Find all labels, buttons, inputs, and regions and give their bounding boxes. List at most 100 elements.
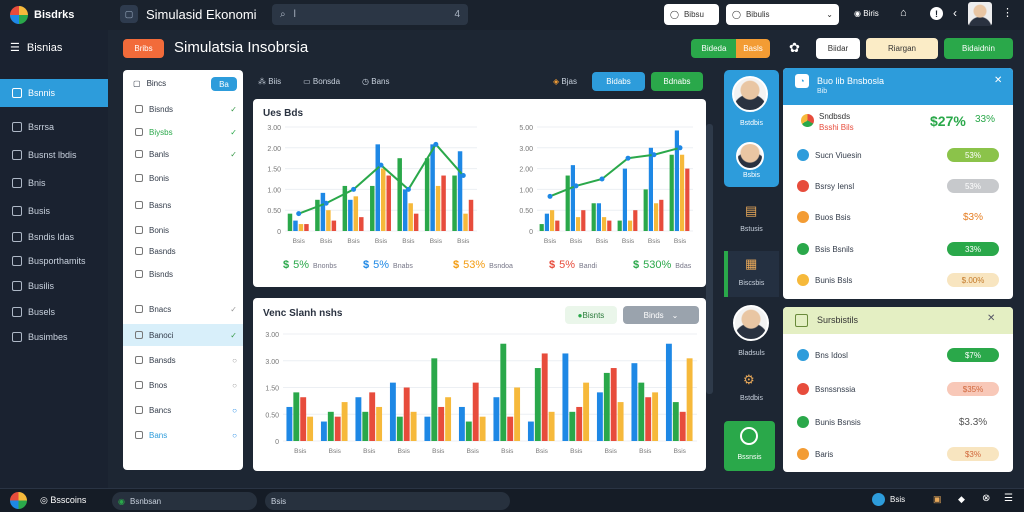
item-icon bbox=[797, 243, 809, 255]
sidebar-item[interactable]: Bsrrsa bbox=[0, 116, 108, 138]
mid-item-4[interactable]: ⚙ Bstdbis bbox=[724, 370, 779, 410]
toolbar-blue-button[interactable]: Bidabs bbox=[592, 72, 645, 91]
list-item-label: Bancs bbox=[149, 405, 172, 415]
list-item[interactable]: Bancs ○ bbox=[131, 399, 243, 421]
toolbar-item-1[interactable]: ⁂ Biis bbox=[258, 77, 281, 86]
close-icon[interactable]: ⊗ bbox=[982, 493, 990, 504]
header-badge[interactable]: Bribs bbox=[123, 39, 164, 58]
camera-icon[interactable]: ▣ bbox=[933, 494, 942, 505]
bottom-field-2[interactable]: Bsis bbox=[265, 492, 510, 510]
toolbar-item-2[interactable]: ▭ Bonsda bbox=[303, 77, 340, 86]
toolbar-right-label[interactable]: ◈ Bjas bbox=[553, 77, 577, 86]
item-value: $3% bbox=[947, 447, 999, 461]
list-item[interactable]: Banoci ✓ bbox=[123, 324, 243, 346]
list-item[interactable]: Basnds bbox=[131, 240, 243, 262]
list-item[interactable]: Bnos ○ bbox=[131, 374, 243, 396]
sidebar-item[interactable]: Busis bbox=[0, 200, 108, 222]
list-item-check-icon: ✓ bbox=[230, 149, 237, 159]
header-orange-button[interactable]: Basls bbox=[736, 39, 770, 58]
list-item[interactable]: Bunis Bsnsis $3.3% bbox=[797, 410, 999, 434]
chart-panel-2-button-2[interactable]: Binds ⌄ bbox=[623, 306, 699, 324]
sidebar-item[interactable]: Bsndis ldas bbox=[0, 226, 108, 248]
bar bbox=[326, 210, 331, 231]
bar bbox=[591, 203, 596, 231]
app-menu-icon[interactable]: ▢ bbox=[120, 5, 138, 23]
list-item[interactable]: Bans ○ bbox=[131, 424, 243, 446]
bar bbox=[334, 416, 341, 441]
mid-item-5[interactable]: Bssnsis bbox=[724, 421, 775, 471]
list-item-icon bbox=[135, 150, 143, 158]
sidebar-item-icon bbox=[12, 206, 22, 216]
dollar-icon: $ bbox=[453, 259, 460, 271]
profile-card-active[interactable]: Bstdbis Bsbis bbox=[724, 70, 779, 187]
sidebar-item-label: Bsndis ldas bbox=[28, 232, 75, 242]
list-item[interactable]: Bisnds bbox=[131, 263, 243, 285]
more-icon[interactable]: ⋮ bbox=[1002, 6, 1013, 19]
dropdown-1[interactable]: ◯ Bibsu bbox=[664, 4, 719, 25]
list-item[interactable]: Buos Bsis $3% bbox=[797, 205, 999, 229]
toolbar-item-3[interactable]: ◷ Bans bbox=[362, 77, 389, 86]
header-cream-button[interactable]: Riargan bbox=[866, 38, 938, 59]
header-green-button[interactable]: Bideda bbox=[691, 39, 737, 58]
list-item-label: Bisnds bbox=[149, 269, 174, 279]
sidebar-item[interactable]: Busimbes bbox=[0, 326, 108, 348]
item-label: Buos Bsis bbox=[815, 212, 851, 222]
bar bbox=[424, 416, 431, 441]
list-item-icon bbox=[135, 105, 143, 113]
scrollbar[interactable] bbox=[706, 124, 713, 394]
close-icon[interactable]: ✕ bbox=[994, 75, 1002, 86]
x-tick-label: Bsis bbox=[536, 448, 549, 455]
bottom-right-label[interactable]: Bsis bbox=[872, 493, 905, 506]
list-item[interactable]: Bonis bbox=[131, 167, 243, 189]
list-item[interactable]: Banls ✓ bbox=[131, 143, 243, 165]
close-icon[interactable]: ✕ bbox=[987, 313, 995, 324]
compass-icon[interactable]: ◆ bbox=[958, 494, 965, 505]
sidebar-item[interactable]: Busilis bbox=[0, 275, 108, 297]
list-panel-top-button[interactable]: Ba bbox=[211, 77, 237, 91]
profile-label-1: Bstdbis bbox=[740, 120, 763, 127]
list-panel: ▢ Bincs Ba Bisnds ✓ Biysbs ✓ Banls ✓ Bonis Basns… bbox=[123, 70, 243, 470]
list-item[interactable]: Biysbs ✓ bbox=[131, 121, 243, 143]
list-item[interactable]: Bansds ○ bbox=[131, 349, 243, 371]
sidebar-item[interactable]: Bsnnis bbox=[0, 79, 108, 107]
toolbar-green-button[interactable]: Bdnabs bbox=[651, 72, 703, 91]
list-item[interactable]: Bnacs ✓ bbox=[131, 298, 243, 320]
mid-item-3[interactable]: Bladsuls bbox=[724, 303, 779, 363]
bottom-field-1[interactable]: ◉ Bsnbsan bbox=[112, 492, 257, 510]
user-avatar[interactable] bbox=[968, 2, 992, 26]
bar bbox=[457, 151, 463, 231]
list-item[interactable]: Bonis bbox=[131, 219, 243, 241]
menu-icon[interactable]: ☰ bbox=[1004, 493, 1013, 504]
sidebar-item[interactable]: Busporthamits bbox=[0, 250, 108, 272]
sidebar-header[interactable]: ☰ Bisnias bbox=[10, 41, 62, 55]
header-white-button[interactable]: Biidar bbox=[816, 38, 860, 59]
list-item[interactable]: Sucn Viuesin 53% bbox=[797, 143, 999, 167]
bar bbox=[534, 368, 541, 441]
list-item[interactable]: Bsnssnssia $35% bbox=[797, 377, 999, 401]
list-item[interactable]: Bunis Bsls $.00% bbox=[797, 268, 999, 292]
alert-icon[interactable]: ! bbox=[930, 7, 943, 20]
chart-panel-2-button-2-label: Binds bbox=[643, 310, 664, 320]
back-icon[interactable]: ‹ bbox=[953, 6, 957, 20]
sidebar-item[interactable]: Busnst lbdis bbox=[0, 144, 108, 166]
header-green-button-2[interactable]: Bidaidnin bbox=[944, 38, 1013, 59]
dropdown-2[interactable]: ◯ Bibulis ⌄ bbox=[726, 4, 839, 25]
chart-panel-2-button-1[interactable]: ● Bisnts bbox=[565, 306, 617, 324]
settings-icon[interactable]: ✿ bbox=[789, 40, 800, 56]
dollar-icon: $ bbox=[549, 259, 556, 271]
mid-item-1[interactable]: ▤ Bstusis bbox=[724, 199, 779, 245]
search-input[interactable]: ⌕ l 4 bbox=[272, 4, 468, 25]
list-item[interactable]: Bns Idosl $7% bbox=[797, 343, 999, 367]
x-tick-label: Bsis bbox=[648, 238, 661, 245]
list-item[interactable]: Baris $3% bbox=[797, 442, 999, 466]
mid-item-2[interactable]: ▦ Biscsbis bbox=[724, 251, 779, 297]
sidebar-item[interactable]: Bnis bbox=[0, 172, 108, 194]
list-item[interactable]: Bsrsy Iensl 53% bbox=[797, 174, 999, 198]
list-item-check-icon: ○ bbox=[232, 380, 237, 390]
list-item[interactable]: Bisnds ✓ bbox=[131, 98, 243, 120]
notifications-icon[interactable]: ⌂ bbox=[900, 7, 907, 19]
list-item[interactable]: Basns bbox=[131, 194, 243, 216]
sidebar-item[interactable]: Busels bbox=[0, 301, 108, 323]
list-item[interactable]: Bsis Bsnils 33% bbox=[797, 237, 999, 261]
user-menu[interactable]: ◉ Biris bbox=[854, 9, 879, 18]
